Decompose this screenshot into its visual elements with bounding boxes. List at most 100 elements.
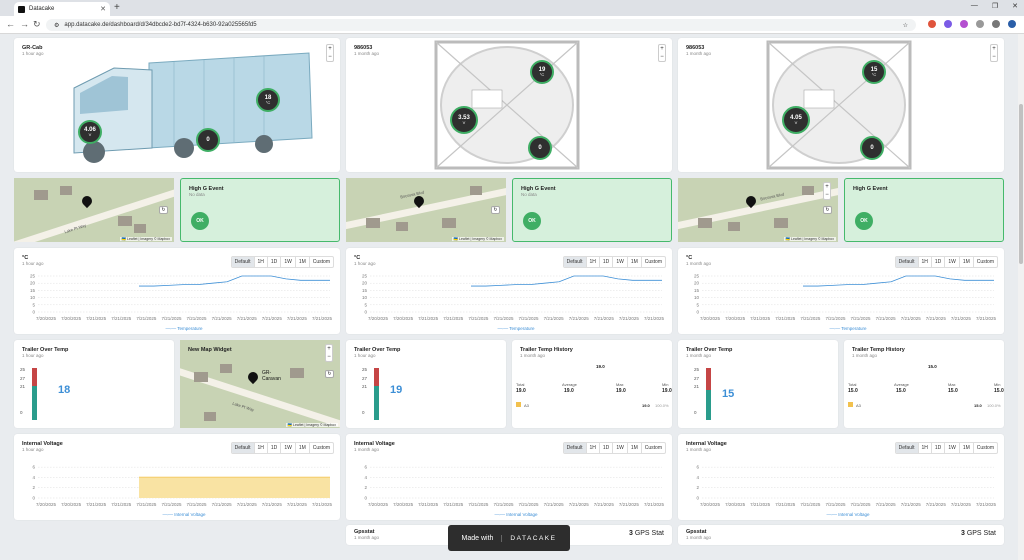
timeframe-1w[interactable]: 1W <box>612 257 627 267</box>
timeframe-1w[interactable]: 1W <box>280 443 295 453</box>
zoom-control[interactable]: + − <box>326 44 334 62</box>
timeframe-1h[interactable]: 1H <box>585 257 599 267</box>
map-marker-icon[interactable] <box>79 193 95 209</box>
timeframe-default[interactable]: Default <box>563 443 586 453</box>
stat-header: Total <box>516 382 525 387</box>
zoom-in-icon[interactable]: + <box>328 45 332 53</box>
map-building <box>34 190 48 200</box>
zoom-out-icon[interactable]: − <box>992 53 996 61</box>
zoom-control[interactable]: + − <box>990 44 998 62</box>
close-tab-icon[interactable]: ✕ <box>100 5 106 13</box>
refresh-icon[interactable]: ↻ <box>325 370 334 378</box>
timeframe-default[interactable]: Default <box>895 257 918 267</box>
profile-avatar[interactable] <box>1008 20 1016 28</box>
timeframe-1h[interactable]: 1H <box>585 443 599 453</box>
scrollbar-thumb[interactable] <box>1019 104 1023 264</box>
timeframe-1h[interactable]: 1H <box>917 257 931 267</box>
timeframe-default[interactable]: Default <box>895 443 918 453</box>
timeframe-1h[interactable]: 1H <box>253 443 267 453</box>
temperature-chart-card: °C 1 month ago Default 1H 1D 1W 1M Custom 25 2… <box>678 248 1004 334</box>
map-building <box>802 186 814 195</box>
x-tick-label: 7/21/2025 <box>111 502 132 507</box>
download-icon[interactable] <box>992 20 1000 28</box>
timeframe-1d[interactable]: 1D <box>930 257 944 267</box>
close-window-icon[interactable]: ✕ <box>1012 2 1018 10</box>
timeframe-1m[interactable]: 1M <box>626 257 641 267</box>
timeframe-1w[interactable]: 1W <box>944 257 959 267</box>
site-info-icon[interactable]: ⚙ <box>54 22 59 29</box>
zoom-control[interactable]: + − <box>325 344 333 362</box>
timeframe-1m[interactable]: 1M <box>626 443 641 453</box>
url-input[interactable]: ⚙ app.datacake.de/dashboard/d/34dbcde2-b… <box>46 19 916 31</box>
minimize-icon[interactable]: — <box>971 2 978 10</box>
browser-tab[interactable]: Datacake ✕ <box>14 2 110 16</box>
zoom-out-icon[interactable]: − <box>660 53 664 61</box>
map-marker-icon[interactable] <box>245 369 261 385</box>
forward-icon[interactable]: → <box>20 19 29 29</box>
x-tick-label: 7/21/2025 <box>619 316 640 321</box>
timeframe-custom[interactable]: Custom <box>972 443 997 453</box>
zoom-out-icon[interactable]: − <box>825 191 829 199</box>
timeframe-1m[interactable]: 1M <box>294 443 309 453</box>
stat-value: 19.0 <box>564 388 574 394</box>
bookmark-star-icon[interactable]: ☆ <box>903 22 908 29</box>
timeframe-1h[interactable]: 1H <box>917 443 931 453</box>
zoom-in-icon[interactable]: + <box>825 183 829 191</box>
zoom-out-icon[interactable]: − <box>328 53 332 61</box>
street-label: Lake Pt Way <box>231 400 255 413</box>
timeframe-custom[interactable]: Custom <box>972 257 997 267</box>
stat-header: Min <box>662 382 669 387</box>
zoom-out-icon[interactable]: − <box>327 353 331 361</box>
timeframe-default[interactable]: Default <box>231 257 254 267</box>
scrollbar[interactable] <box>1018 34 1024 560</box>
new-tab-icon[interactable]: + <box>114 2 120 13</box>
refresh-icon[interactable]: ↻ <box>823 206 832 214</box>
timeframe-custom[interactable]: Custom <box>640 443 665 453</box>
refresh-icon[interactable]: ↻ <box>491 206 500 214</box>
made-with-datacake-banner[interactable]: Made with DATACAKE <box>448 525 570 551</box>
timeframe-1d[interactable]: 1D <box>266 443 280 453</box>
timeframe-custom[interactable]: Custom <box>308 257 333 267</box>
reload-icon[interactable]: ↻ <box>33 19 41 30</box>
timeframe-1w[interactable]: 1W <box>612 443 627 453</box>
puzzle-icon[interactable] <box>976 20 984 28</box>
zoom-in-icon[interactable]: + <box>992 45 996 53</box>
timeframe-1m[interactable]: 1M <box>958 257 973 267</box>
zoom-in-icon[interactable]: + <box>327 345 331 353</box>
timeframe-custom[interactable]: Custom <box>308 443 333 453</box>
timeframe-1m[interactable]: 1M <box>294 257 309 267</box>
timeframe-1m[interactable]: 1M <box>958 443 973 453</box>
x-tick-label: 7/21/2025 <box>544 502 565 507</box>
stat-value: 15.0 <box>896 388 906 394</box>
timeframe-1h[interactable]: 1H <box>253 257 267 267</box>
maximize-icon[interactable]: ❐ <box>992 2 998 10</box>
made-with-text: Made with <box>461 534 494 542</box>
map-attribution[interactable]: 🇺🇦 Leaflet | Imagery © Mapbox <box>451 237 504 241</box>
timeframe-1d[interactable]: 1D <box>598 443 612 453</box>
map-attribution[interactable]: 🇺🇦 Leaflet | Imagery © Mapbox <box>783 237 836 241</box>
zoom-control[interactable]: + − <box>823 182 831 200</box>
extension-icon[interactable] <box>944 20 952 28</box>
timeframe-1w[interactable]: 1W <box>944 443 959 453</box>
extension-icon[interactable] <box>928 20 936 28</box>
timeframe-custom[interactable]: Custom <box>640 257 665 267</box>
timeframe-1d[interactable]: 1D <box>266 257 280 267</box>
timeframe-1d[interactable]: 1D <box>598 257 612 267</box>
back-icon[interactable]: ← <box>6 19 15 29</box>
timeframe-default[interactable]: Default <box>563 257 586 267</box>
refresh-icon[interactable]: ↻ <box>159 206 168 214</box>
timeframe-default[interactable]: Default <box>231 443 254 453</box>
zoom-in-icon[interactable]: + <box>660 45 664 53</box>
new-map-widget[interactable]: New Map Widget GR-Caravan Lake Pt Way + −… <box>180 340 340 428</box>
timeframe-1w[interactable]: 1W <box>280 257 295 267</box>
extension-icon[interactable] <box>960 20 968 28</box>
map-attribution[interactable]: 🇺🇦 Leaflet | Imagery © Mapbox <box>119 237 172 241</box>
location-map[interactable]: Lake Pt Way ↻ 🇺🇦 Leaflet | Imagery © Map… <box>14 178 174 242</box>
location-map[interactable]: Bocossa Blvd + − ↻ 🇺🇦 Leaflet | Imagery ©… <box>678 178 838 242</box>
zoom-control[interactable]: + − <box>658 44 666 62</box>
map-attribution[interactable]: 🇺🇦 Leaflet | Imagery © Mapbox <box>285 423 338 427</box>
timeframe-1d[interactable]: 1D <box>930 443 944 453</box>
location-map[interactable]: Bocossa Blvd ↻ 🇺🇦 Leaflet | Imagery © Ma… <box>346 178 506 242</box>
stat-value: 19.0 <box>616 388 626 394</box>
map-building <box>60 186 72 195</box>
